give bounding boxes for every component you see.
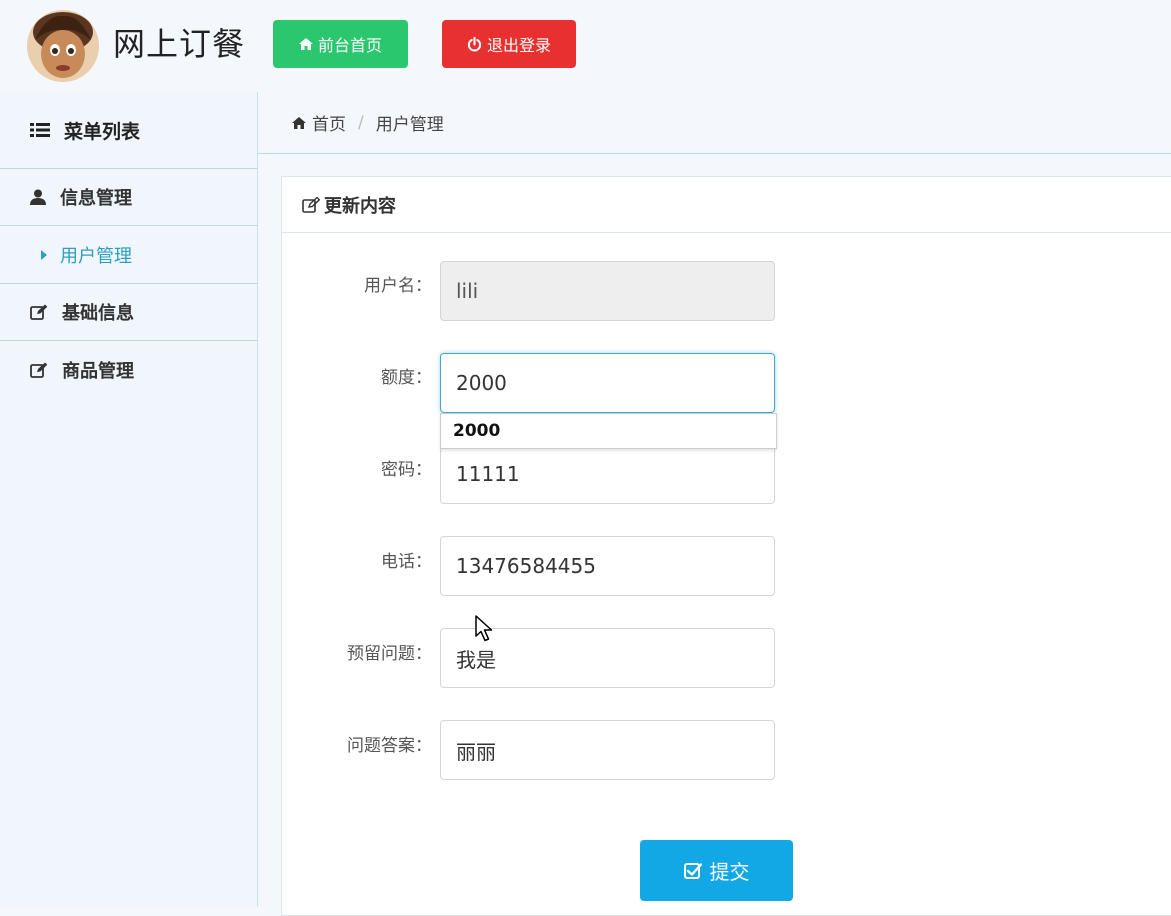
home-button-label: 前台首页 xyxy=(317,36,382,55)
panel-title: 更新内容 xyxy=(324,195,396,217)
home-icon xyxy=(292,116,306,129)
breadcrumb: 首页 / 用户管理 xyxy=(258,92,1171,154)
sidebar: 菜单列表 信息管理 用户管理 基础信息 商品管理 xyxy=(0,92,258,907)
mouse-cursor-icon xyxy=(475,615,495,647)
sidebar-item-label: 信息管理 xyxy=(60,188,132,209)
caret-right-icon xyxy=(41,249,47,260)
username-field[interactable] xyxy=(440,261,775,321)
update-panel: 更新内容 用户名： 额度： 2000 密码： 电话： 预留问题： 问题答案： 提… xyxy=(281,176,1171,916)
home-icon xyxy=(298,38,313,50)
logout-button-label: 退出登录 xyxy=(486,36,551,55)
sidebar-item-label: 用户管理 xyxy=(60,245,132,267)
edit-icon xyxy=(30,362,48,378)
main-content: 更新内容 用户名： 额度： 2000 密码： 电话： 预留问题： 问题答案： 提… xyxy=(258,155,1171,916)
security-answer-label: 问题答案： xyxy=(347,736,432,756)
sidebar-title-label: 菜单列表 xyxy=(64,120,141,143)
edit-icon xyxy=(30,304,48,320)
sidebar-title: 菜单列表 xyxy=(0,92,258,169)
breadcrumb-home[interactable]: 首页 xyxy=(292,110,346,135)
sidebar-item-label: 基础信息 xyxy=(62,303,134,324)
breadcrumb-home-label: 首页 xyxy=(312,115,346,135)
username-label: 用户名： xyxy=(364,276,432,296)
home-button[interactable]: 前台首页 xyxy=(273,20,408,68)
edit-icon xyxy=(302,196,320,213)
logout-button[interactable]: 退出登录 xyxy=(442,20,576,68)
quota-field[interactable] xyxy=(440,353,775,413)
breadcrumb-separator: / xyxy=(358,112,364,133)
sidebar-item-label: 商品管理 xyxy=(62,360,134,382)
autocomplete-suggestion[interactable]: 2000 xyxy=(440,413,777,449)
top-header: 网上订餐 前台首页 退出登录 xyxy=(0,0,1171,92)
sidebar-item-basic-info[interactable]: 基础信息 xyxy=(0,284,258,341)
password-label: 密码： xyxy=(381,460,432,480)
breadcrumb-current: 用户管理 xyxy=(375,115,444,135)
avatar-image xyxy=(27,10,99,82)
list-icon xyxy=(30,123,50,137)
phone-field[interactable] xyxy=(440,536,775,596)
power-icon xyxy=(467,36,482,51)
security-answer-field[interactable] xyxy=(440,720,775,780)
user-icon xyxy=(30,189,46,205)
submit-button[interactable]: 提交 xyxy=(640,840,793,901)
site-title: 网上订餐 xyxy=(113,25,246,63)
sidebar-item-product-management[interactable]: 商品管理 xyxy=(0,341,258,398)
sidebar-item-user-management[interactable]: 用户管理 xyxy=(0,226,258,284)
submit-label: 提交 xyxy=(709,860,750,884)
sidebar-item-info-management[interactable]: 信息管理 xyxy=(0,169,258,226)
avatar xyxy=(27,10,99,82)
quota-label: 额度： xyxy=(381,368,432,388)
panel-header: 更新内容 xyxy=(282,177,1171,233)
phone-label: 电话： xyxy=(381,552,432,572)
password-field[interactable] xyxy=(440,444,775,504)
security-question-label: 预留问题： xyxy=(347,644,432,664)
check-square-icon xyxy=(683,862,702,879)
